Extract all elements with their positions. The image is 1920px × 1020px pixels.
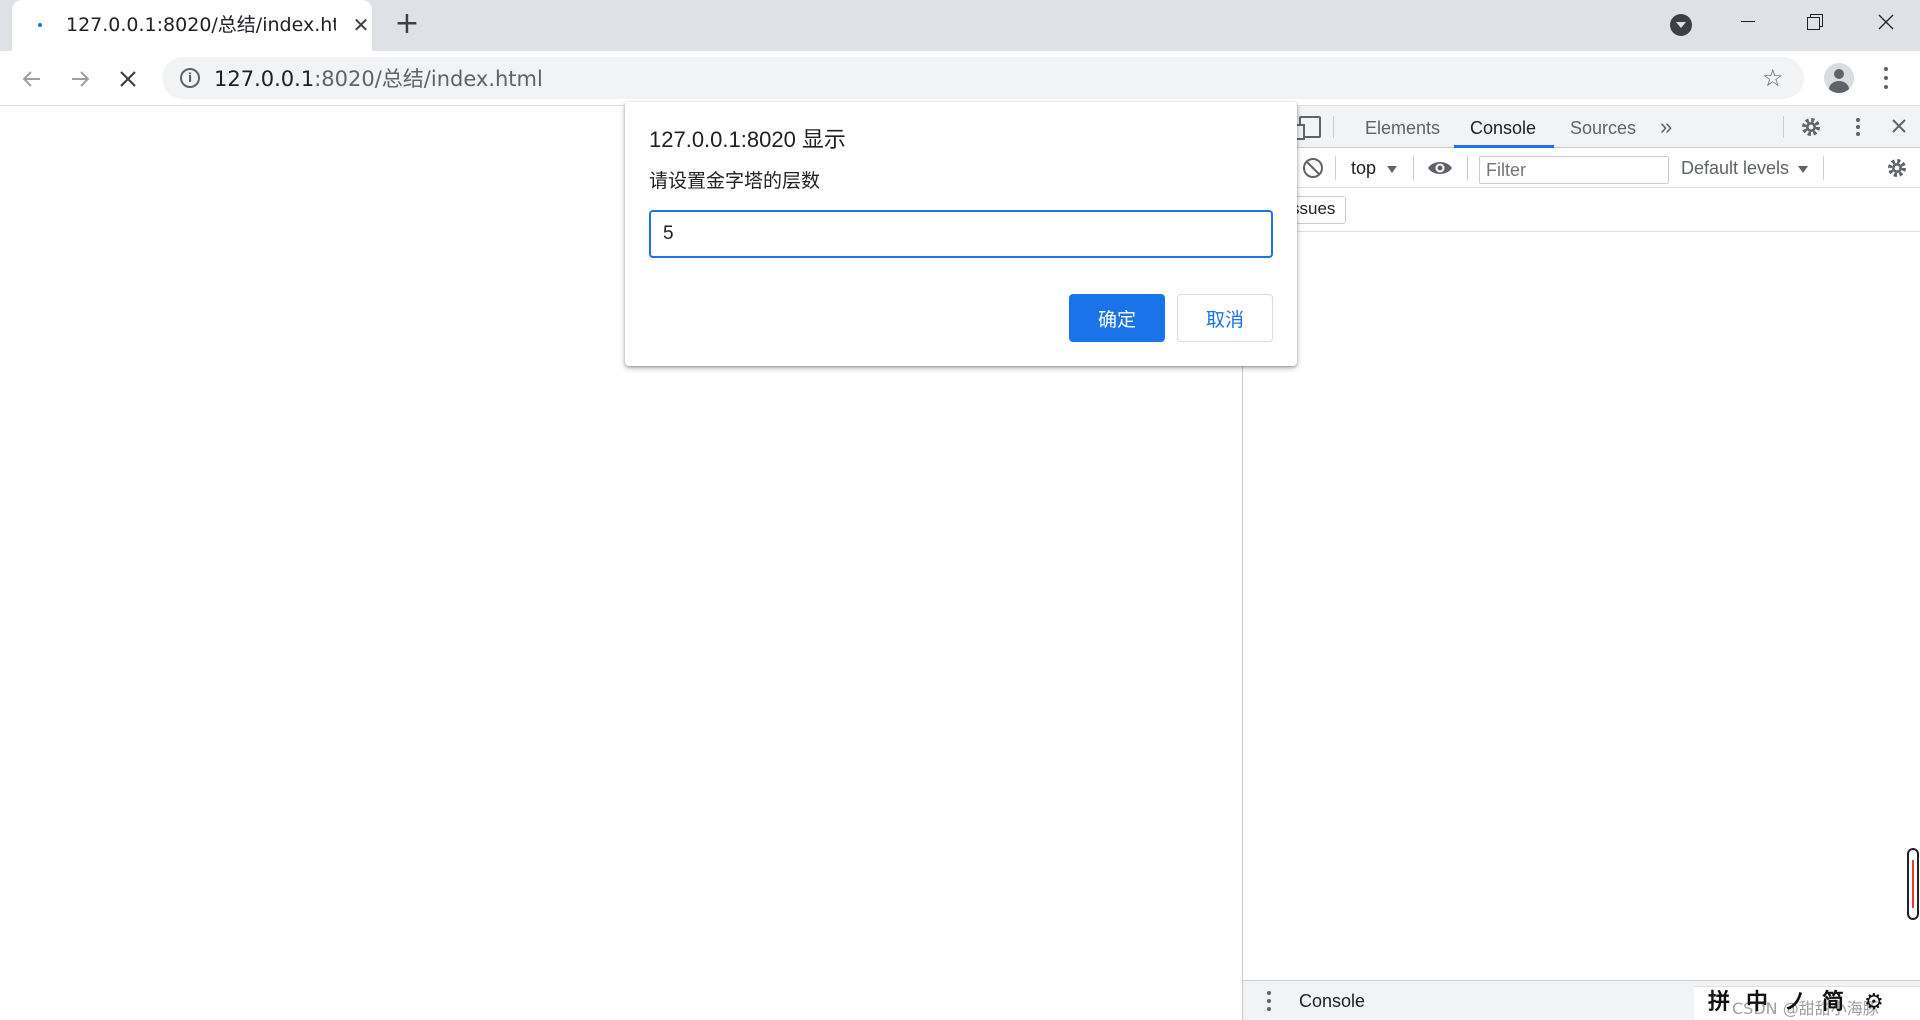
new-tab-button[interactable]: +: [390, 8, 424, 42]
browser-toolbar: i 127.0.0.1:8020/总结/index.html ☆: [0, 51, 1920, 106]
chevron-down-icon: [1798, 166, 1808, 173]
tab-elements[interactable]: Elements: [1365, 118, 1440, 138]
url-path: :8020/总结/index.html: [314, 67, 543, 91]
ime-punctuation-icon[interactable]: ノ: [1784, 989, 1806, 1017]
console-settings-gear-icon[interactable]: [1885, 156, 1909, 180]
ime-settings-icon[interactable]: ⚙: [1864, 989, 1884, 1017]
arrow-left-icon: [22, 71, 40, 87]
drawer-tab-console[interactable]: Console: [1299, 991, 1365, 1012]
tab-sources[interactable]: Sources: [1570, 118, 1636, 138]
devtools-panel: Elements Console Sources » top Defaul: [1242, 106, 1920, 1020]
divider: [1333, 116, 1334, 138]
ime-simplified-icon[interactable]: 简: [1822, 989, 1844, 1017]
more-tabs-icon[interactable]: »: [1660, 114, 1672, 140]
browser-tab[interactable]: 127.0.0.1:8020/总结/index.html ✕: [12, 0, 372, 51]
loading-favicon-icon: [38, 23, 42, 27]
issues-bar: ssues: [1243, 188, 1920, 232]
prompt-input[interactable]: [649, 210, 1273, 258]
console-scrollbar[interactable]: [1907, 848, 1919, 920]
dialog-title: 127.0.0.1:8020 显示: [649, 127, 846, 152]
console-filter-input[interactable]: [1479, 156, 1669, 184]
tab-close-icon[interactable]: ✕: [346, 10, 376, 40]
window-close-button[interactable]: [1852, 0, 1920, 44]
cancel-button[interactable]: 取消: [1177, 294, 1273, 342]
divider: [1823, 156, 1824, 180]
address-bar[interactable]: i 127.0.0.1:8020/总结/index.html ☆: [162, 57, 1804, 99]
back-button[interactable]: [14, 61, 50, 97]
device-toolbar-icon[interactable]: [1293, 116, 1321, 140]
close-icon: [1878, 14, 1894, 30]
stop-loading-button[interactable]: [110, 61, 146, 97]
drawer-menu-icon[interactable]: [1267, 991, 1271, 1011]
arrow-right-icon: [72, 71, 90, 87]
divider: [1783, 116, 1784, 138]
profile-avatar[interactable]: [1824, 63, 1854, 93]
ok-button[interactable]: 确定: [1069, 294, 1165, 342]
info-icon[interactable]: i: [180, 68, 200, 88]
chevron-down-icon: [1387, 166, 1397, 173]
stop-icon: [120, 71, 136, 87]
context-selector[interactable]: top: [1351, 158, 1376, 179]
url-text[interactable]: 127.0.0.1:8020/总结/index.html: [214, 67, 543, 91]
bookmark-star-icon[interactable]: ☆: [1762, 66, 1786, 90]
divider: [1413, 156, 1414, 180]
clear-console-icon[interactable]: [1303, 158, 1323, 178]
issues-button[interactable]: ssues: [1291, 196, 1347, 224]
log-levels-dropdown[interactable]: Default levels: [1681, 158, 1789, 179]
devtools-close-icon[interactable]: [1889, 116, 1909, 136]
tab-strip: 127.0.0.1:8020/总结/index.html ✕ +: [0, 0, 1920, 51]
eye-icon[interactable]: [1427, 156, 1453, 180]
prompt-dialog: 127.0.0.1:8020 显示 请设置金字塔的层数 确定 取消: [625, 102, 1297, 366]
ime-chinese-mode-icon[interactable]: 中: [1746, 989, 1768, 1017]
divider: [1467, 156, 1468, 180]
browser-menu-icon[interactable]: [1876, 65, 1896, 91]
ime-pinyin-icon[interactable]: 拼: [1708, 989, 1730, 1017]
console-toolbar: top Default levels: [1243, 148, 1920, 188]
ime-toolbar: CSDN @甜甜小海豚 拼 中 ノ 简 ⚙: [1694, 986, 1920, 1020]
tab-title: 127.0.0.1:8020/总结/index.html: [66, 14, 336, 36]
devtools-menu-icon[interactable]: [1851, 116, 1865, 138]
devtools-tab-bar: Elements Console Sources »: [1243, 106, 1920, 148]
forward-button[interactable]: [62, 61, 98, 97]
url-host: 127.0.0.1: [214, 67, 315, 91]
divider: [1335, 156, 1336, 180]
restore-button[interactable]: [1782, 0, 1850, 44]
tab-search-icon[interactable]: [1670, 14, 1692, 36]
settings-gear-icon[interactable]: [1799, 115, 1823, 139]
tab-console[interactable]: Console: [1470, 118, 1536, 138]
minimize-button[interactable]: [1714, 0, 1782, 44]
dialog-message: 请设置金字塔的层数: [649, 171, 821, 192]
